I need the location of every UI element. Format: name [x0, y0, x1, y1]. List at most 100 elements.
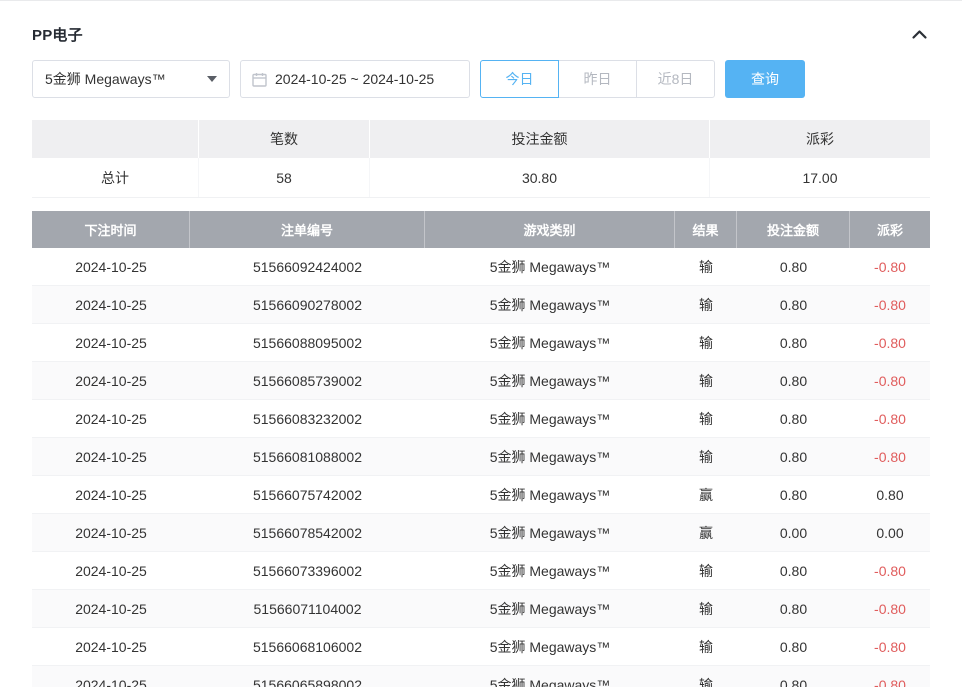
- cell-result: 输: [675, 552, 737, 589]
- cell-result: 输: [675, 400, 737, 437]
- cell-bet-time: 2024-10-25: [32, 438, 190, 475]
- cell-bet-amount: 0.80: [737, 400, 850, 437]
- quick-range-buttons: 今日昨日近8日: [480, 60, 715, 98]
- cell-payout: -0.80: [850, 286, 930, 323]
- summary-header-payout: 派彩: [710, 120, 930, 158]
- cell-result: 赢: [675, 476, 737, 513]
- cell-game-type: 5金狮 Megaways™: [425, 400, 675, 437]
- game-select-value: 5金狮 Megaways™: [45, 69, 166, 89]
- table-row: 2024-10-25515660785420025金狮 Megaways™赢0.…: [32, 514, 930, 552]
- cell-result: 输: [675, 666, 737, 687]
- filter-toolbar: 5金狮 Megaways™ 2024-10-25 ~ 2024-10-25 今日…: [32, 60, 930, 98]
- summary-header-blank: [32, 120, 199, 158]
- cell-payout: -0.80: [850, 248, 930, 285]
- cell-game-type: 5金狮 Megaways™: [425, 590, 675, 627]
- cell-bet-time: 2024-10-25: [32, 324, 190, 361]
- cell-result: 输: [675, 590, 737, 627]
- table-row: 2024-10-25515660658980025金狮 Megaways™输0.…: [32, 666, 930, 687]
- table-row: 2024-10-25515660681060025金狮 Megaways™输0.…: [32, 628, 930, 666]
- cell-order-id: 51566083232002: [190, 400, 425, 437]
- cell-game-type: 5金狮 Megaways™: [425, 248, 675, 285]
- summary-header-count: 笔数: [199, 120, 370, 158]
- cell-order-id: 51566068106002: [190, 628, 425, 665]
- cell-game-type: 5金狮 Megaways™: [425, 286, 675, 323]
- cell-order-id: 51566065898002: [190, 666, 425, 687]
- summary-table: 笔数 投注金额 派彩 总计 58 30.80 17.00: [32, 120, 930, 198]
- cell-game-type: 5金狮 Megaways™: [425, 552, 675, 589]
- cell-payout: -0.80: [850, 552, 930, 589]
- cell-game-type: 5金狮 Megaways™: [425, 438, 675, 475]
- cell-result: 输: [675, 438, 737, 475]
- collapse-panel-button[interactable]: [909, 27, 930, 42]
- summary-total-count: 58: [199, 158, 370, 197]
- chevron-up-icon: [911, 28, 928, 43]
- cell-bet-amount: 0.80: [737, 628, 850, 665]
- cell-payout: -0.80: [850, 666, 930, 687]
- cell-bet-time: 2024-10-25: [32, 514, 190, 551]
- cell-game-type: 5金狮 Megaways™: [425, 476, 675, 513]
- cell-payout: -0.80: [850, 438, 930, 475]
- cell-game-type: 5金狮 Megaways™: [425, 324, 675, 361]
- bet-records-table: 下注时间 注单编号 游戏类别 结果 投注金额 派彩 2024-10-255156…: [32, 211, 930, 687]
- panel-header: PP电子: [32, 1, 930, 60]
- summary-total-label: 总计: [32, 158, 199, 197]
- cell-bet-time: 2024-10-25: [32, 666, 190, 687]
- game-select[interactable]: 5金狮 Megaways™: [32, 60, 230, 98]
- header-game-type: 游戏类别: [425, 211, 675, 248]
- table-row: 2024-10-25515660757420025金狮 Megaways™赢0.…: [32, 476, 930, 514]
- cell-order-id: 51566081088002: [190, 438, 425, 475]
- cell-bet-amount: 0.80: [737, 362, 850, 399]
- cell-bet-amount: 0.80: [737, 552, 850, 589]
- search-button[interactable]: 查询: [725, 60, 805, 98]
- pp-electronic-panel: PP电子 5金狮 Megaways™ 2024-10-25 ~ 2024-10-…: [0, 0, 962, 687]
- cell-result: 输: [675, 324, 737, 361]
- cell-game-type: 5金狮 Megaways™: [425, 362, 675, 399]
- cell-bet-time: 2024-10-25: [32, 628, 190, 665]
- cell-bet-amount: 0.00: [737, 514, 850, 551]
- cell-bet-amount: 0.80: [737, 666, 850, 687]
- summary-header-bet-amount: 投注金额: [370, 120, 710, 158]
- header-bet-amount: 投注金额: [737, 211, 850, 248]
- cell-result: 赢: [675, 514, 737, 551]
- cell-payout: 0.00: [850, 514, 930, 551]
- cell-order-id: 51566088095002: [190, 324, 425, 361]
- summary-header-row: 笔数 投注金额 派彩: [32, 120, 930, 158]
- date-range-value: 2024-10-25 ~ 2024-10-25: [275, 71, 434, 87]
- cell-result: 输: [675, 286, 737, 323]
- table-row: 2024-10-25515660902780025金狮 Megaways™输0.…: [32, 286, 930, 324]
- header-result: 结果: [675, 211, 737, 248]
- cell-order-id: 51566075742002: [190, 476, 425, 513]
- cell-order-id: 51566092424002: [190, 248, 425, 285]
- cell-order-id: 51566078542002: [190, 514, 425, 551]
- cell-game-type: 5金狮 Megaways™: [425, 514, 675, 551]
- cell-result: 输: [675, 628, 737, 665]
- table-row: 2024-10-25515660832320025金狮 Megaways™输0.…: [32, 400, 930, 438]
- bet-table-body: 2024-10-25515660924240025金狮 Megaways™输0.…: [32, 248, 930, 687]
- chevron-down-icon: [207, 76, 217, 82]
- cell-bet-time: 2024-10-25: [32, 476, 190, 513]
- cell-bet-amount: 0.80: [737, 286, 850, 323]
- header-order-id: 注单编号: [190, 211, 425, 248]
- range-button-last8days[interactable]: 近8日: [636, 60, 715, 98]
- cell-bet-time: 2024-10-25: [32, 590, 190, 627]
- cell-bet-time: 2024-10-25: [32, 400, 190, 437]
- cell-bet-time: 2024-10-25: [32, 286, 190, 323]
- cell-payout: -0.80: [850, 590, 930, 627]
- cell-bet-amount: 0.80: [737, 324, 850, 361]
- cell-bet-amount: 0.80: [737, 590, 850, 627]
- summary-total-row: 总计 58 30.80 17.00: [32, 158, 930, 198]
- table-row: 2024-10-25515660810880025金狮 Megaways™输0.…: [32, 438, 930, 476]
- cell-payout: -0.80: [850, 628, 930, 665]
- date-range-input[interactable]: 2024-10-25 ~ 2024-10-25: [240, 60, 470, 98]
- cell-order-id: 51566073396002: [190, 552, 425, 589]
- table-row: 2024-10-25515660711040025金狮 Megaways™输0.…: [32, 590, 930, 628]
- cell-bet-time: 2024-10-25: [32, 362, 190, 399]
- table-row: 2024-10-25515660857390025金狮 Megaways™输0.…: [32, 362, 930, 400]
- range-button-today[interactable]: 今日: [480, 60, 559, 98]
- range-button-yesterday[interactable]: 昨日: [558, 60, 637, 98]
- cell-payout: -0.80: [850, 362, 930, 399]
- calendar-icon: [252, 72, 267, 87]
- cell-order-id: 51566085739002: [190, 362, 425, 399]
- summary-total-payout: 17.00: [710, 158, 930, 197]
- header-bet-time: 下注时间: [32, 211, 190, 248]
